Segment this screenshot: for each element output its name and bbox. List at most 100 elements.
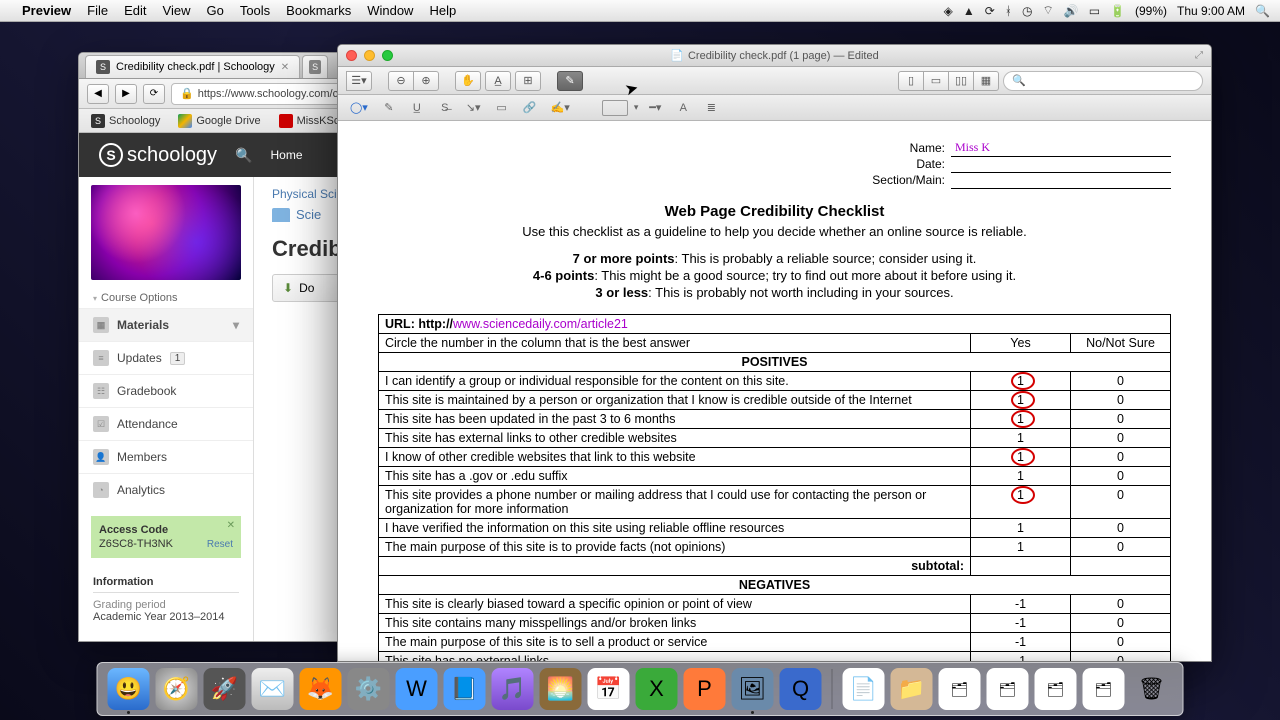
- updates-icon: ≡: [93, 350, 109, 366]
- dock-trash[interactable]: 🗑: [1131, 668, 1173, 710]
- document-viewport[interactable]: Name:Miss K Date: Section/Main: Web Page…: [338, 121, 1211, 661]
- dock-word[interactable]: W: [396, 668, 438, 710]
- dock-ical[interactable]: 📅: [588, 668, 630, 710]
- sidebar-analytics[interactable]: ◔Analytics: [79, 473, 253, 506]
- dock-quicktime[interactable]: Q: [780, 668, 822, 710]
- rect-select-button[interactable]: ⊞: [515, 71, 541, 91]
- dock-notes[interactable]: 📘: [444, 668, 486, 710]
- dock-stack-4[interactable]: 🗂: [1083, 668, 1125, 710]
- clock[interactable]: Thu 9:00 AM: [1177, 4, 1245, 18]
- zoom-out-button[interactable]: ⊖: [388, 71, 414, 91]
- sidebar-gradebook[interactable]: ☷Gradebook: [79, 374, 253, 407]
- menu-tools[interactable]: Tools: [240, 3, 270, 18]
- menu-app[interactable]: Preview: [22, 3, 71, 18]
- strikethrough-button[interactable]: S̶: [434, 99, 456, 117]
- browser-tab-2[interactable]: S: [302, 55, 328, 78]
- back-button[interactable]: ◀: [87, 84, 109, 104]
- nav-home[interactable]: Home: [271, 148, 303, 162]
- browser-tab-1[interactable]: S Credibility check.pdf | Schoology ✕: [85, 55, 300, 78]
- dock-iphoto[interactable]: 🌅: [540, 668, 582, 710]
- dock-itunes[interactable]: 🎵: [492, 668, 534, 710]
- sidebar-members[interactable]: 👤Members: [79, 440, 253, 473]
- dock-document[interactable]: 📄: [843, 668, 885, 710]
- shape-oval-button[interactable]: ◯▾: [346, 99, 372, 117]
- arrow-button[interactable]: ↘▾: [462, 99, 485, 117]
- menu-help[interactable]: Help: [429, 3, 456, 18]
- members-icon: 👤: [93, 449, 109, 465]
- analytics-icon: ◔: [93, 482, 109, 498]
- menu-bookmarks[interactable]: Bookmarks: [286, 3, 351, 18]
- text-select-button[interactable]: A̲: [485, 71, 511, 91]
- timemachine-icon[interactable]: ◷: [1022, 4, 1032, 18]
- dock-excel[interactable]: X: [636, 668, 678, 710]
- schoology-logo[interactable]: Sschoology: [99, 143, 217, 167]
- menu-file[interactable]: File: [87, 3, 108, 18]
- text-color-button[interactable]: A: [672, 99, 694, 117]
- course-thumbnail[interactable]: [91, 185, 241, 280]
- view-single-button[interactable]: ▯: [898, 71, 924, 91]
- dock-finder[interactable]: 😃: [108, 668, 150, 710]
- battery-icon[interactable]: 🔋: [1110, 4, 1125, 18]
- view-continuous-button[interactable]: ▭: [923, 71, 949, 91]
- dock-stack-3[interactable]: 🗂: [1035, 668, 1077, 710]
- wifi-icon[interactable]: ⌔: [1042, 3, 1053, 18]
- dropbox-icon[interactable]: ◈: [944, 4, 953, 18]
- course-options-link[interactable]: Course Options: [79, 288, 253, 308]
- volume-icon[interactable]: 🔊: [1064, 4, 1079, 18]
- dock-stack-2[interactable]: 🗂: [987, 668, 1029, 710]
- bookmark-schoology[interactable]: SSchoology: [91, 114, 160, 128]
- dock-mail[interactable]: ✉️: [252, 668, 294, 710]
- sidebar-toggle-button[interactable]: ☰▾: [346, 71, 372, 91]
- menu-window[interactable]: Window: [367, 3, 413, 18]
- fill-color-button[interactable]: [602, 100, 628, 116]
- sidebar-updates[interactable]: ≡Updates1: [79, 341, 253, 374]
- tab-close-icon[interactable]: ✕: [281, 62, 289, 73]
- neg-row-2: This site contains many misspellings and…: [379, 614, 1171, 633]
- positives-header: POSITIVES: [379, 353, 1171, 372]
- bookmark-gdrive[interactable]: Google Drive: [178, 114, 260, 128]
- menu-view[interactable]: View: [163, 3, 191, 18]
- menu-go[interactable]: Go: [206, 3, 223, 18]
- name-value: Miss K: [955, 140, 990, 155]
- sidebar-materials[interactable]: ▦Materials▾: [79, 308, 253, 341]
- dock-safari[interactable]: 🧭: [156, 668, 198, 710]
- circled-1: 1: [1017, 393, 1024, 407]
- bookmark-missk[interactable]: MissKSc: [279, 114, 340, 128]
- display-icon[interactable]: ▭: [1089, 4, 1100, 18]
- view-thumbs-button[interactable]: ▦: [973, 71, 999, 91]
- dock-folder-1[interactable]: 📁: [891, 668, 933, 710]
- view-two-button[interactable]: ▯▯: [948, 71, 974, 91]
- underline-button[interactable]: U̲: [406, 99, 428, 117]
- line-style-button[interactable]: ━▾: [644, 99, 666, 117]
- preview-titlebar[interactable]: 📄Credibility check.pdf (1 page) — Edited…: [338, 45, 1211, 67]
- access-close-icon[interactable]: ✕: [227, 520, 235, 531]
- signature-button[interactable]: ✍▾: [547, 99, 574, 117]
- sidebar-attendance[interactable]: ☑Attendance: [79, 407, 253, 440]
- bluetooth-icon[interactable]: ᚼ: [1005, 4, 1012, 18]
- gdrive-icon[interactable]: ▲: [963, 4, 975, 18]
- preview-search-field[interactable]: 🔍: [1003, 71, 1203, 91]
- markup-toggle-button[interactable]: ✎: [557, 71, 583, 91]
- reload-button[interactable]: ⟳: [143, 84, 165, 104]
- sync-icon[interactable]: ⟳: [985, 4, 995, 18]
- gradebook-icon: ☷: [93, 383, 109, 399]
- dock-settings[interactable]: ⚙️: [348, 668, 390, 710]
- highlight-button[interactable]: ✎: [378, 99, 400, 117]
- preview-toolbar: ☰▾ ⊖ ⊕ ✋ A̲ ⊞ ✎ ▯ ▭ ▯▯ ▦ 🔍: [338, 67, 1211, 95]
- access-reset-link[interactable]: Reset: [207, 539, 233, 550]
- list-button[interactable]: ≣: [700, 99, 722, 117]
- note-button[interactable]: ▭: [491, 99, 513, 117]
- spotlight-icon[interactable]: 🔍: [1255, 4, 1270, 18]
- favicon-schoology: S: [96, 60, 110, 74]
- zoom-in-button[interactable]: ⊕: [413, 71, 439, 91]
- dock-stack-1[interactable]: 🗂: [939, 668, 981, 710]
- dock-powerpoint[interactable]: P: [684, 668, 726, 710]
- forward-button[interactable]: ▶: [115, 84, 137, 104]
- schoology-search-icon[interactable]: 🔍: [235, 147, 252, 164]
- hand-tool-button[interactable]: ✋: [455, 71, 481, 91]
- dock-firefox[interactable]: 🦊: [300, 668, 342, 710]
- dock-preview[interactable]: 🖼: [732, 668, 774, 710]
- dock-launchpad[interactable]: 🚀: [204, 668, 246, 710]
- menu-edit[interactable]: Edit: [124, 3, 146, 18]
- link-button[interactable]: 🔗: [519, 99, 541, 117]
